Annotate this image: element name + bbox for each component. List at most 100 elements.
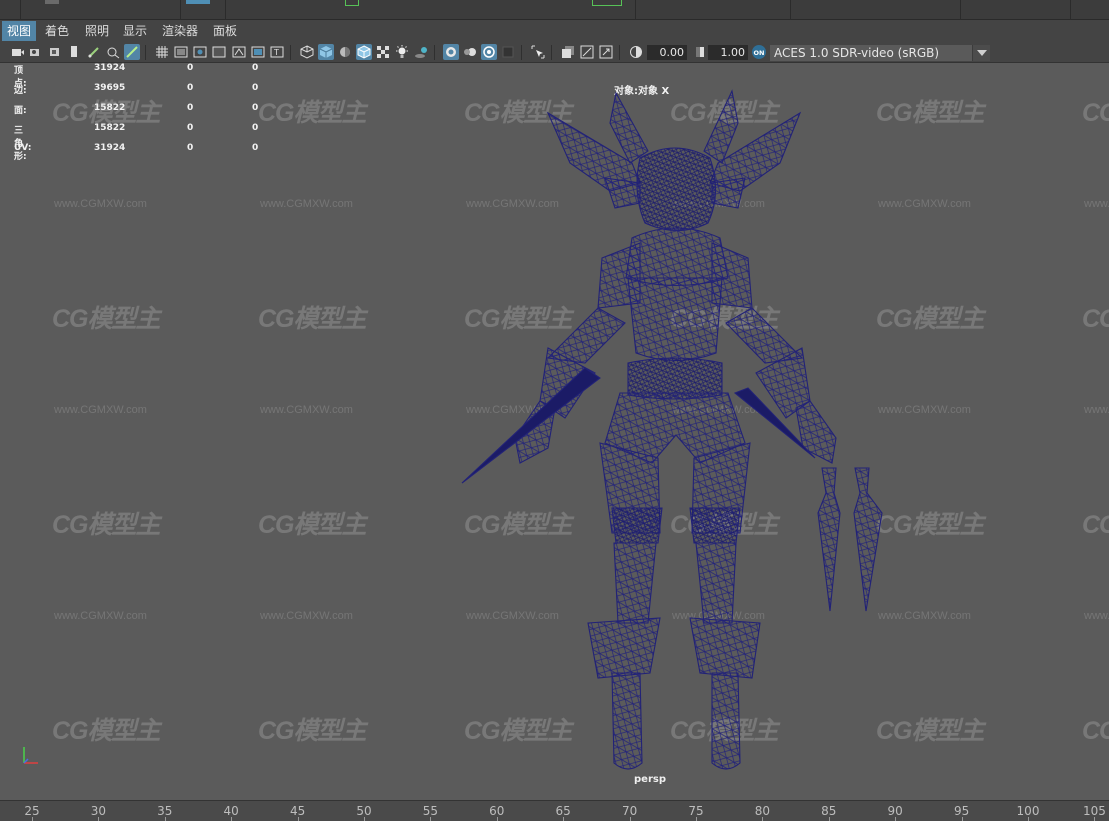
toolbar-separator: [145, 45, 146, 60]
shelf-icon[interactable]: [45, 0, 59, 4]
snap-icon[interactable]: [592, 0, 622, 6]
panel-menu-bar: 视图 着色 照明 显示 渲染器 面板: [0, 21, 1109, 41]
default-material-icon[interactable]: [337, 44, 353, 60]
timeline-frame-label: 105: [1082, 804, 1106, 818]
motion-blur-icon[interactable]: [462, 44, 478, 60]
menu-panels[interactable]: 面板: [208, 21, 242, 41]
xray-icon[interactable]: [560, 44, 576, 60]
chevron-down-icon[interactable]: [972, 45, 990, 61]
head: [636, 147, 717, 231]
timeline-frame-label: 35: [157, 804, 173, 818]
timeline-frame-label: 45: [289, 804, 306, 818]
timeline-tick: [1028, 817, 1029, 821]
toolbar-separator: [551, 45, 552, 60]
timeline-tick: [164, 817, 166, 821]
knee-right: [689, 507, 741, 544]
timeline-tick: [895, 817, 897, 821]
screen-space-ao-icon[interactable]: [443, 44, 459, 60]
hair-tuft-left: [604, 177, 641, 209]
timeline-frame-label: 80: [754, 804, 771, 818]
timeline-frame-label: 65: [555, 804, 571, 818]
timeline-tick: [696, 817, 697, 821]
timeline-tick: [961, 817, 963, 821]
textured-icon[interactable]: [375, 44, 391, 60]
view-transform-dropdown[interactable]: ACES 1.0 SDR-video (sRGB): [770, 45, 990, 61]
menu-view[interactable]: 视图: [2, 21, 37, 41]
timeline-tick: [762, 817, 764, 821]
right-ear-inner: [703, 89, 739, 164]
field-chart-icon[interactable]: [231, 44, 247, 60]
grease-pencil-active-icon[interactable]: [124, 44, 140, 60]
shadows-icon[interactable]: [413, 44, 429, 60]
shelf-separator: [180, 0, 181, 20]
shelf-separator: [960, 0, 961, 20]
wireframe-on-shaded-icon[interactable]: [356, 44, 372, 60]
menu-show[interactable]: 显示: [118, 21, 152, 41]
timeline-frame-label: 25: [24, 804, 40, 818]
timeline-tick: [563, 817, 565, 821]
exposure-field[interactable]: 0.00: [647, 45, 687, 60]
timeline-tick: [98, 817, 100, 821]
time-slider[interactable]: 25 30 35 40 45 50 55 60 65 70 75 80 85 90 95 100 105: [0, 800, 1109, 821]
shelf-separator: [1070, 0, 1071, 20]
timeline-frame-label: 55: [422, 804, 439, 818]
perspective-viewport[interactable]: CG模型主 www.CGMXW.com CG模型主 www.CGMXW.com CG模型…: [0, 63, 1109, 800]
color-management-icon[interactable]: ON: [751, 44, 767, 60]
xray-active-components-icon[interactable]: [598, 44, 614, 60]
timeline-frame-label: 90: [887, 804, 903, 818]
timeline-frame-label: 85: [821, 804, 837, 818]
timeline-tick: [32, 817, 33, 821]
boot-cuff-left: [587, 617, 661, 679]
boot-left: [611, 672, 643, 770]
grid-icon[interactable]: [154, 44, 170, 60]
menu-renderer[interactable]: 渲染器: [157, 21, 203, 41]
safe-title-icon[interactable]: T: [269, 44, 285, 60]
xray-joints-icon[interactable]: [579, 44, 595, 60]
timeline-tick: [496, 817, 498, 821]
shelf-separator: [790, 0, 791, 20]
view-transform-value: ACES 1.0 SDR-video (sRGB): [774, 46, 940, 60]
menu-lighting[interactable]: 照明: [80, 21, 114, 41]
timeline-tick: [828, 817, 830, 821]
timeline-frame-label: 95: [953, 804, 970, 818]
snap-icon[interactable]: [345, 0, 359, 6]
grease-pencil-icon[interactable]: [86, 44, 102, 60]
timeline-tick: [364, 817, 365, 821]
bookmark-camera-icon[interactable]: [47, 44, 63, 60]
safe-action-icon[interactable]: [250, 44, 266, 60]
anti-aliasing-icon[interactable]: [481, 44, 497, 60]
knee-left: [611, 507, 663, 544]
camera-name-label: persp: [634, 774, 666, 785]
boot-cuff-right: [689, 617, 761, 679]
hair-tuft-right: [711, 177, 746, 209]
menu-shading[interactable]: 着色: [40, 21, 74, 41]
wireframe-character-model[interactable]: [0, 63, 1109, 800]
depth-of-field-icon[interactable]: [500, 44, 516, 60]
gamma-field[interactable]: 1.00: [708, 45, 748, 60]
toolbar-separator: [619, 45, 620, 60]
torso: [627, 277, 723, 362]
shin-right: [695, 542, 737, 624]
dagger-left: [817, 467, 841, 612]
hand-right: [795, 400, 837, 464]
camera-attributes-icon[interactable]: [28, 44, 44, 60]
isolate-select-icon[interactable]: [530, 44, 546, 60]
use-all-lights-icon[interactable]: [394, 44, 410, 60]
image-plane-icon[interactable]: [66, 44, 82, 60]
exposure-icon[interactable]: [628, 44, 644, 60]
2d-pan-zoom-icon[interactable]: [105, 44, 121, 60]
boot-right: [711, 672, 741, 770]
select-camera-icon[interactable]: [10, 44, 26, 60]
smooth-shade-icon[interactable]: [318, 44, 334, 60]
timeline-tick: [297, 817, 299, 821]
shelf-icon[interactable]: [186, 0, 210, 4]
film-gate-icon[interactable]: [173, 44, 189, 60]
shelf-strip: [0, 0, 1109, 20]
toolbar-separator: [290, 45, 291, 60]
resolution-gate-icon[interactable]: [192, 44, 208, 60]
gamma-icon[interactable]: [692, 44, 708, 60]
timeline-tick: [430, 817, 432, 821]
wireframe-icon[interactable]: [299, 44, 315, 60]
timeline-tick: [629, 817, 631, 821]
gate-mask-icon[interactable]: [211, 44, 227, 60]
